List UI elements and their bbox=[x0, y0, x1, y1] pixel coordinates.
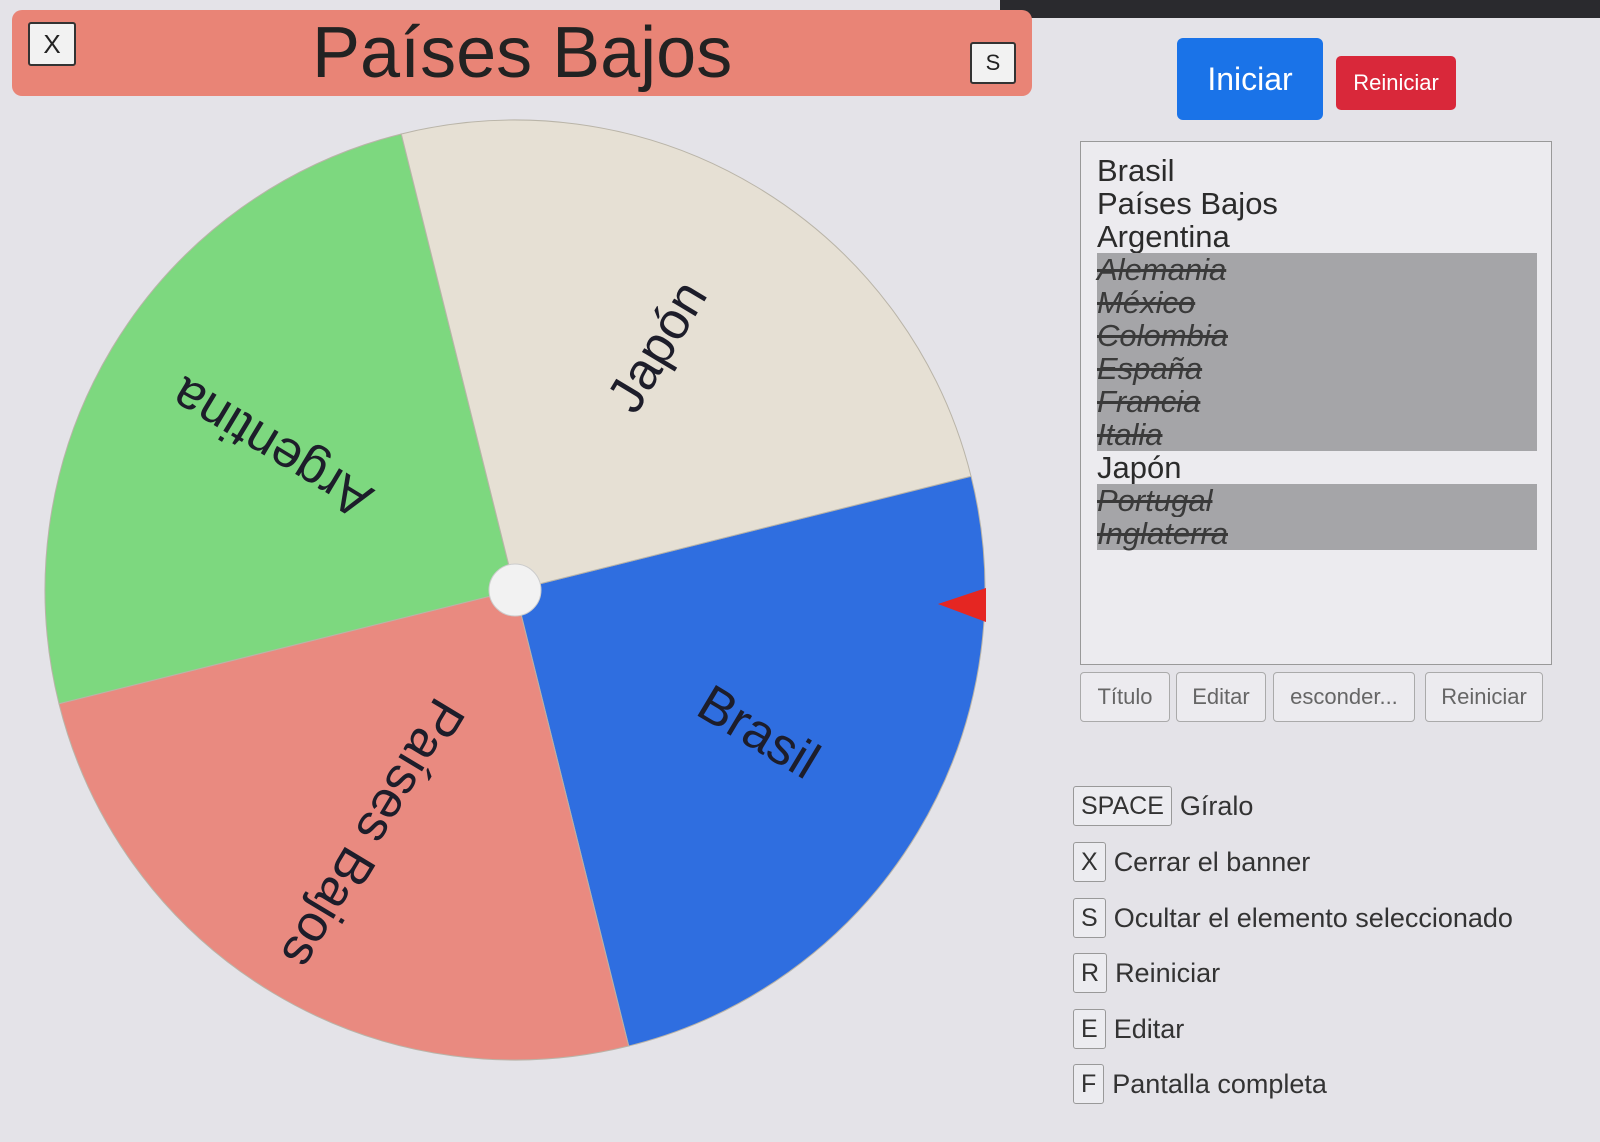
shortcut-row: E Editar bbox=[1073, 1009, 1184, 1049]
shortcut-row: R Reiniciar bbox=[1073, 953, 1220, 993]
shortcut-key: F bbox=[1073, 1064, 1105, 1104]
shortcut-row: SPACE Gíralo bbox=[1073, 786, 1253, 826]
entry-item[interactable]: Italia bbox=[1097, 418, 1537, 451]
hide-selected-button[interactable]: S bbox=[970, 42, 1016, 84]
entry-item[interactable]: Inglaterra bbox=[1097, 517, 1537, 550]
entry-item[interactable]: España bbox=[1097, 352, 1537, 385]
banner-title: Países Bajos bbox=[312, 13, 733, 93]
entry-item[interactable]: Alemania bbox=[1097, 253, 1537, 286]
wheel-center-hub bbox=[488, 563, 542, 617]
entry-item[interactable]: Argentina bbox=[1097, 220, 1537, 253]
entry-item[interactable]: Colombia bbox=[1097, 319, 1537, 352]
reset-button[interactable]: Reiniciar bbox=[1336, 56, 1456, 110]
shortcut-key: X bbox=[1073, 842, 1106, 882]
entry-item[interactable]: Japón bbox=[1097, 451, 1537, 484]
entry-item[interactable]: Brasil bbox=[1097, 154, 1537, 187]
shortcut-row: S Ocultar el elemento seleccionado bbox=[1073, 898, 1513, 938]
shortcut-key: R bbox=[1073, 953, 1108, 993]
entry-item[interactable]: Portugal bbox=[1097, 484, 1537, 517]
shortcut-label: Editar bbox=[1113, 1013, 1185, 1044]
shortcut-label: Ocultar el elemento seleccionado bbox=[1113, 902, 1513, 933]
top-edge-bar bbox=[1000, 0, 1600, 18]
start-button[interactable]: Iniciar bbox=[1177, 38, 1323, 120]
edit-button[interactable]: Editar bbox=[1176, 672, 1266, 722]
spin-wheel[interactable]: BrasilPaíses BajosArgentinaJapón bbox=[0, 100, 1000, 1080]
close-banner-button[interactable]: X bbox=[28, 22, 76, 66]
shortcut-label: Cerrar el banner bbox=[1113, 846, 1311, 877]
shortcut-key: SPACE bbox=[1073, 786, 1172, 826]
entry-item[interactable]: Países Bajos bbox=[1097, 187, 1537, 220]
hide-options-button[interactable]: esconder... bbox=[1273, 672, 1415, 722]
reset-list-button[interactable]: Reiniciar bbox=[1425, 672, 1543, 722]
shortcut-label: Pantalla completa bbox=[1112, 1068, 1327, 1099]
shortcut-key: S bbox=[1073, 898, 1106, 938]
result-banner: X Países Bajos S bbox=[12, 10, 1032, 96]
entries-list[interactable]: Brasil Países Bajos Argentina Alemania Méxic… bbox=[1080, 141, 1552, 665]
entry-item[interactable]: México bbox=[1097, 286, 1537, 319]
shortcut-label: Gíralo bbox=[1179, 790, 1254, 821]
shortcut-row: F Pantalla completa bbox=[1073, 1064, 1327, 1104]
shortcut-label: Reiniciar bbox=[1115, 957, 1221, 988]
shortcut-key: E bbox=[1073, 1009, 1106, 1049]
shortcut-row: X Cerrar el banner bbox=[1073, 842, 1310, 882]
title-button[interactable]: Título bbox=[1080, 672, 1170, 722]
entry-item[interactable]: Francia bbox=[1097, 385, 1537, 418]
